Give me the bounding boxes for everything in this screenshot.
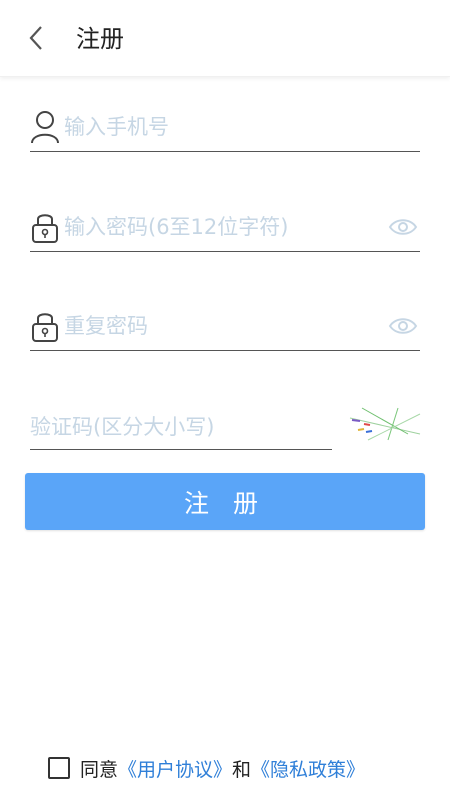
captcha-field — [30, 400, 332, 450]
app-header: 注册 — [0, 0, 450, 77]
repeat-password-underline — [30, 350, 420, 351]
show-password-toggle[interactable] — [388, 213, 418, 241]
password-underline — [30, 251, 420, 252]
captcha-underline — [30, 449, 332, 450]
eye-icon — [388, 219, 418, 235]
phone-underline — [30, 151, 420, 152]
agree-prefix: 同意 — [80, 758, 119, 781]
privacy-policy-link[interactable]: 《隐私政策》 — [251, 755, 365, 782]
lock-icon — [32, 313, 58, 342]
chevron-left-icon — [29, 26, 42, 50]
phone-field — [30, 102, 420, 152]
register-button[interactable]: 注 册 — [25, 473, 425, 530]
page-title: 注册 — [76, 25, 124, 53]
agree-checkbox[interactable] — [48, 757, 70, 779]
repeat-password-input[interactable] — [64, 309, 364, 343]
captcha-input[interactable] — [30, 410, 330, 444]
lock-icon — [32, 214, 58, 243]
password-field — [30, 202, 420, 252]
repeat-password-field — [30, 301, 420, 351]
register-page: 注册 输入手机号 验证码(区分大小写) 注 册 同意 《用户协议》 和 《隐私政… — [0, 0, 450, 800]
agree-and: 和 — [232, 758, 252, 781]
phone-input[interactable] — [64, 110, 404, 144]
eye-icon — [388, 318, 418, 334]
back-button[interactable] — [18, 20, 54, 56]
user-icon — [31, 111, 59, 144]
show-repeat-password-toggle[interactable] — [388, 312, 418, 340]
captcha-image[interactable] — [348, 404, 422, 444]
user-agreement-link[interactable]: 《用户协议》 — [118, 755, 232, 782]
agreement-row: 同意 《用户协议》 和 《隐私政策》 — [48, 752, 365, 784]
password-input[interactable] — [64, 210, 364, 244]
